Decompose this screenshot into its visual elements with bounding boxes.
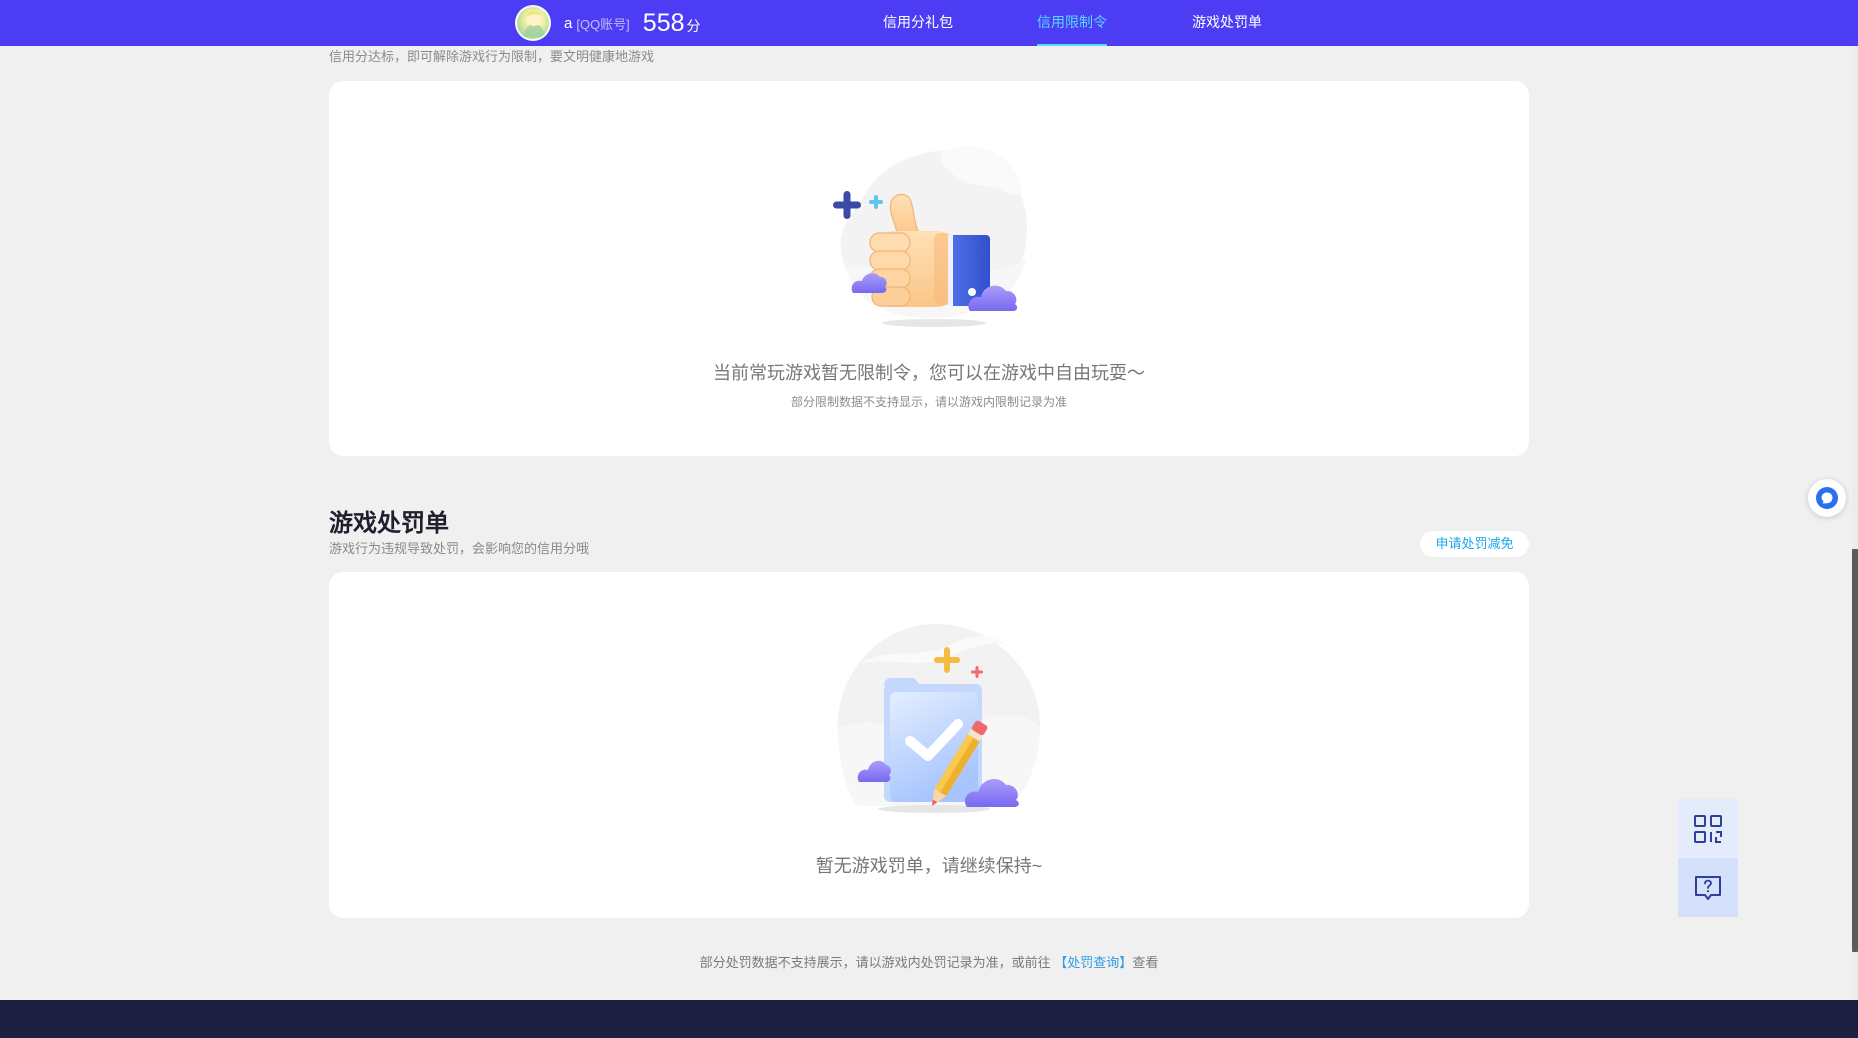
- nav-link-credit-gift[interactable]: 信用分礼包: [883, 0, 953, 46]
- help-chat-icon: [1695, 875, 1721, 900]
- page-footer: [0, 1000, 1858, 1038]
- floating-toolbar: [1678, 799, 1738, 917]
- nav-link-game-penalty[interactable]: 游戏处罚单: [1192, 0, 1262, 46]
- floating-chat-button[interactable]: [1808, 479, 1846, 517]
- thumbs-up-illustration: [833, 146, 1028, 327]
- chat-bubble-icon: [1816, 487, 1838, 509]
- nav-link-credit-restriction[interactable]: 信用限制令: [1037, 0, 1107, 46]
- avatar[interactable]: [515, 5, 551, 41]
- restriction-note: 部分限制数据不支持显示，请以游戏内限制记录为准: [790, 395, 1067, 409]
- appeal-penalty-button[interactable]: 申请处罚减免: [1420, 531, 1529, 557]
- qr-code-icon: [1694, 814, 1722, 843]
- restriction-card: 当前常玩游戏暂无限制令，您可以在游戏中自由玩耍～ 部分限制数据不支持显示，请以游…: [329, 81, 1529, 456]
- credit-score-unit: 分: [686, 18, 701, 34]
- help-feedback-button[interactable]: [1678, 858, 1738, 917]
- top-nav: a [QQ账号] 558 分 信用分礼包 信用限制令 游戏处罚单: [0, 0, 1858, 46]
- penalty-query-link[interactable]: 【处罚查询】: [1054, 955, 1132, 970]
- qr-code-button[interactable]: [1678, 799, 1738, 858]
- scrollbar-thumb[interactable]: [1852, 549, 1858, 952]
- penalty-title: 游戏处罚单: [329, 510, 449, 537]
- penalty-empty-message: 暂无游戏罚单，请继续保持~: [815, 856, 1043, 876]
- username: a: [564, 14, 573, 32]
- clipboard-check-illustration: [837, 624, 1040, 813]
- account-type: [QQ账号]: [576, 16, 630, 32]
- penalty-card: 暂无游戏罚单，请继续保持~: [329, 572, 1529, 918]
- penalty-subtitle: 游戏行为违规导致处罚，会影响您的信用分哦: [329, 541, 590, 556]
- penalty-footer-note: 部分处罚数据不支持展示，请以游戏内处罚记录为准，或前往 【处罚查询】查看: [329, 952, 1529, 971]
- restriction-empty-message: 当前常玩游戏暂无限制令，您可以在游戏中自由玩耍～: [713, 363, 1145, 383]
- credit-score: 558: [642, 9, 685, 37]
- footer-note-text: 部分处罚数据不支持展示，请以游戏内处罚记录为准，或前往: [699, 955, 1055, 970]
- footer-note-suffix: 查看: [1132, 955, 1159, 970]
- restriction-subtitle: 信用分达标，即可解除游戏行为限制，要文明健康地游戏: [329, 49, 655, 64]
- user-info: a [QQ账号] 558 分: [515, 0, 701, 46]
